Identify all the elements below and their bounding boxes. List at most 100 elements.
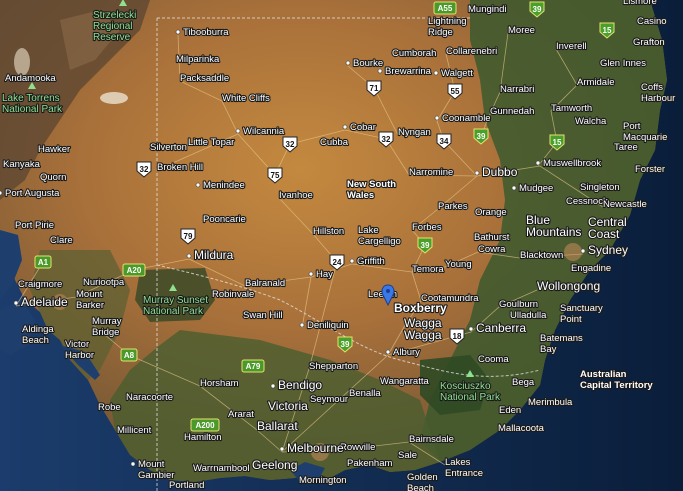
place-label-millicent[interactable]: Millicent [116, 424, 153, 437]
place-label-rowville[interactable]: Rowville [339, 441, 377, 454]
place-label-narromine[interactable]: Narromine [408, 166, 455, 179]
place-label-bega[interactable]: Bega [511, 376, 536, 389]
place-label-victoria[interactable]: Victoria [267, 398, 309, 414]
place-label-swan-hill[interactable]: Swan Hill [242, 309, 284, 322]
place-label-menindee[interactable]: Menindee [195, 179, 246, 192]
place-label-balranald[interactable]: Balranald [244, 277, 286, 290]
place-label-walcha[interactable]: Walcha [574, 115, 608, 128]
place-label-clare[interactable]: Clare [49, 234, 74, 247]
place-label-horsham[interactable]: Horsham [199, 377, 240, 390]
place-label-murray-bridge[interactable]: MurrayBridge [91, 315, 123, 339]
place-label-wangaratta[interactable]: Wangaratta [379, 375, 431, 388]
place-label-geelong[interactable]: Geelong [251, 457, 299, 473]
place-label-narrabri[interactable]: Narrabri [499, 83, 536, 96]
place-label-glen-innes[interactable]: Glen Innes [599, 57, 647, 70]
place-label-coonamble[interactable]: Coonamble [434, 112, 492, 125]
place-label-port-pirie[interactable]: Port Pirie [14, 219, 55, 232]
place-label-moree[interactable]: Moree [507, 24, 536, 37]
place-label-muswellbrook[interactable]: Muswellbrook [535, 157, 602, 170]
place-label-brewarrina[interactable]: Brewarrina [377, 65, 433, 78]
place-label-sydney[interactable]: Sydney [580, 242, 629, 258]
place-label-ulladulla[interactable]: Ulladulla [509, 309, 548, 322]
place-label-singleton[interactable]: Singleton [579, 181, 621, 194]
place-label-warrnambool[interactable]: Warrnambool [192, 462, 251, 475]
place-label-ballarat[interactable]: Ballarat [256, 418, 300, 434]
place-label-parkes[interactable]: Parkes [437, 200, 469, 213]
place-label-milparinka[interactable]: Milparinka [175, 53, 221, 66]
place-label-pooncarie[interactable]: Pooncarie [202, 213, 247, 226]
place-label-collarenebri[interactable]: Collarenebri [445, 45, 498, 58]
place-label-nuriootpa[interactable]: Nuriootpa [82, 276, 126, 289]
place-label-broken-hill[interactable]: Broken Hill [156, 161, 204, 174]
place-label-deniliquin[interactable]: Deniliquin [299, 319, 350, 332]
place-label-wilcannia[interactable]: Wilcannia [235, 125, 286, 138]
place-label-seymour[interactable]: Seymour [309, 393, 349, 406]
place-label-wagga-wagga[interactable]: WaggaWagga [403, 315, 443, 343]
place-label-shepparton[interactable]: Shepparton [308, 360, 359, 373]
place-label-mudgee[interactable]: Mudgee [511, 182, 554, 195]
place-label-gunnedah[interactable]: Gunnedah [489, 105, 536, 118]
place-label-quorn[interactable]: Quorn [39, 171, 68, 184]
place-label-lismore[interactable]: Lismore [622, 0, 658, 8]
place-label-mornington[interactable]: Mornington [298, 474, 348, 487]
place-label-silverton[interactable]: Silverton [149, 141, 188, 154]
place-label-temora[interactable]: Temora [411, 263, 446, 276]
place-label-canberra[interactable]: Canberra [468, 320, 527, 336]
place-label-cooma[interactable]: Cooma [477, 353, 511, 366]
place-label-forster[interactable]: Forster [634, 163, 666, 176]
place-label-tibooburra[interactable]: Tibooburra [175, 26, 230, 39]
place-label-bendigo[interactable]: Bendigo [270, 377, 323, 393]
place-label-taree[interactable]: Taree [613, 141, 639, 154]
place-label-hawker[interactable]: Hawker [37, 143, 71, 156]
place-label-white-cliffs[interactable]: White Cliffs [221, 92, 271, 105]
place-label-wollongong[interactable]: Wollongong [536, 278, 601, 294]
place-label-mallacoota[interactable]: Mallacoota [497, 422, 546, 435]
place-label-pakenham[interactable]: Pakenham [346, 457, 394, 470]
place-label-robinvale[interactable]: Robinvale [211, 288, 255, 301]
place-label-armidale[interactable]: Armidale [576, 76, 616, 89]
place-label-port-augusta[interactable]: Port Augusta [0, 187, 61, 200]
place-label-cessnock[interactable]: Cessnock [565, 195, 609, 208]
place-label-dubbo[interactable]: Dubbo [474, 164, 519, 180]
place-label-engadine[interactable]: Engadine [570, 262, 612, 275]
place-label-bathurst[interactable]: Bathurst [473, 231, 511, 244]
place-label-merimbula[interactable]: Merimbula [527, 396, 574, 409]
place-label-cumborah[interactable]: Cumborah [391, 47, 438, 60]
place-label-mungindi[interactable]: Mungindi [467, 3, 508, 16]
place-label-kanyaka[interactable]: Kanyaka [2, 158, 42, 171]
place-label-golden-beach[interactable]: GoldenBeach [406, 471, 439, 491]
place-label-hamilton[interactable]: Hamilton [183, 431, 223, 444]
place-label-casino[interactable]: Casino [636, 15, 668, 28]
place-label-inverell[interactable]: Inverell [555, 40, 588, 53]
place-label-melbourne[interactable]: Melbourne [279, 440, 345, 456]
place-label-packsaddle[interactable]: Packsaddle [179, 72, 230, 85]
place-label-goulburn[interactable]: Goulburn [498, 298, 539, 311]
place-label-benalla[interactable]: Benalla [348, 387, 383, 400]
place-label-eden[interactable]: Eden [498, 404, 522, 417]
place-label-hillston[interactable]: Hillston [312, 225, 345, 238]
place-label-tamworth[interactable]: Tamworth [550, 102, 593, 115]
place-label-forbes[interactable]: Forbes [411, 221, 443, 234]
place-label-mildura[interactable]: Mildura [186, 247, 235, 263]
place-label-cowra[interactable]: Cowra [477, 243, 507, 256]
place-label-ararat[interactable]: Ararat [227, 408, 255, 421]
place-label-newcastle[interactable]: Newcastle [602, 198, 648, 211]
place-label-adelaide[interactable]: Adelaide [13, 294, 69, 310]
place-label-boxberry[interactable]: Boxberry [393, 300, 448, 316]
place-label-naracoorte[interactable]: Naracoorte [125, 391, 174, 404]
place-label-robe[interactable]: Robe [97, 401, 122, 414]
place-label-bairnsdale[interactable]: Bairnsdale [408, 433, 455, 446]
place-label-young[interactable]: Young [444, 258, 473, 271]
place-label-portland[interactable]: Portland [168, 479, 206, 491]
place-label-ivanhoe[interactable]: Ivanhoe [278, 189, 314, 202]
place-label-little-topar[interactable]: Little Topar [187, 136, 236, 149]
place-label-grafton[interactable]: Grafton [632, 36, 666, 49]
place-label-blacktown[interactable]: Blacktown [519, 249, 565, 262]
place-label-craigmore[interactable]: Craigmore [17, 278, 64, 291]
place-label-nyngan[interactable]: Nyngan [397, 126, 432, 139]
place-label-cubba[interactable]: Cubba [319, 136, 350, 149]
place-label-andamooka[interactable]: Andamooka [4, 72, 58, 85]
place-label-sale[interactable]: Sale [397, 449, 418, 462]
satellite-map[interactable]: A55 39 15 71 55 32 32 34 39 15 32 75 79 39 24 A1 A20 18 39… [0, 0, 683, 491]
place-label-orange[interactable]: Orange [474, 206, 508, 219]
